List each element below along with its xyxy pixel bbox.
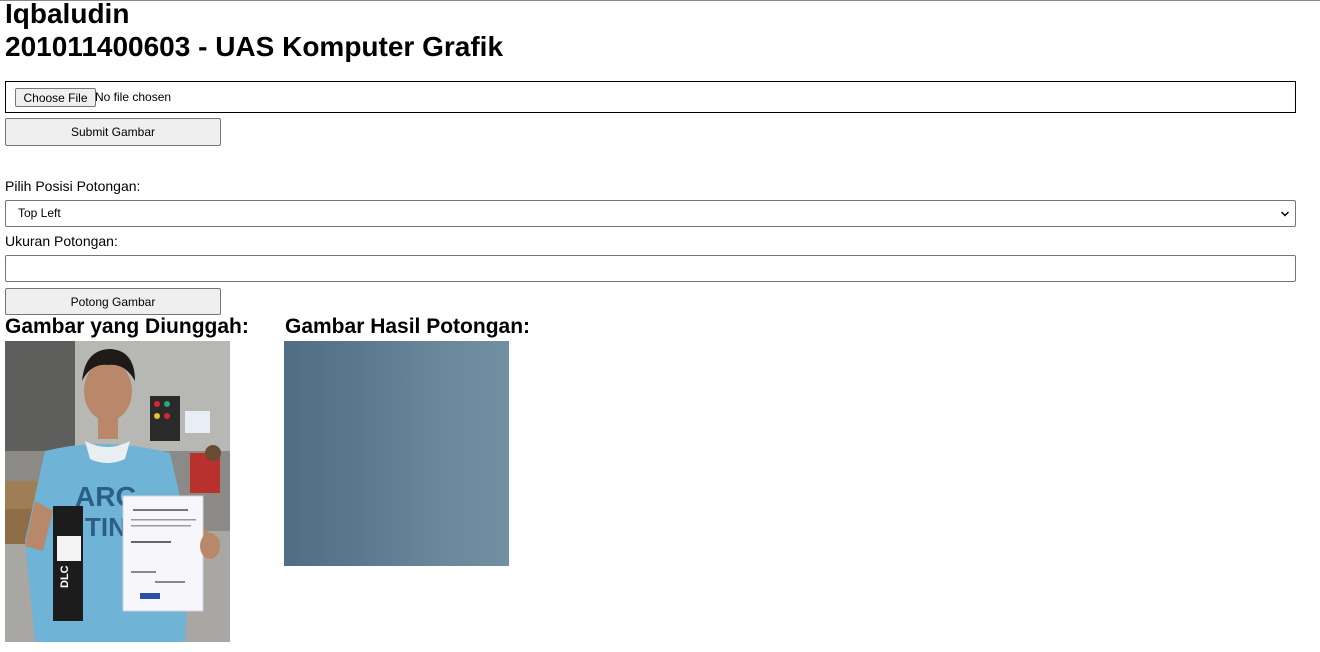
- page-title-subtitle: 201011400603 - UAS Komputer Grafik: [5, 31, 504, 62]
- cropped-image: [284, 341, 509, 566]
- crop-position-select[interactable]: Top Left: [5, 200, 1296, 227]
- crop-image-button[interactable]: Potong Gambar: [5, 288, 221, 315]
- file-input[interactable]: Choose File No file chosen: [5, 81, 1296, 113]
- chevron-down-icon: [1281, 211, 1289, 217]
- size-label: Ukuran Potongan:: [5, 233, 118, 249]
- position-label: Pilih Posisi Potongan:: [5, 178, 141, 194]
- crop-size-input[interactable]: [5, 255, 1296, 282]
- submit-image-button[interactable]: Submit Gambar: [5, 118, 221, 146]
- choose-file-button[interactable]: Choose File: [15, 88, 96, 107]
- crop-position-selected-value: Top Left: [18, 206, 61, 220]
- svg-text:TIN: TIN: [85, 512, 127, 542]
- page-title-name: Iqbaludin: [5, 0, 130, 29]
- uploaded-image-heading: Gambar yang Diunggah:: [5, 315, 249, 338]
- uploaded-image: ARG TIN DLC: [5, 341, 230, 642]
- cropped-image-heading: Gambar Hasil Potongan:: [285, 315, 531, 338]
- file-status-text: No file chosen: [95, 90, 172, 104]
- svg-text:DLC: DLC: [59, 565, 71, 588]
